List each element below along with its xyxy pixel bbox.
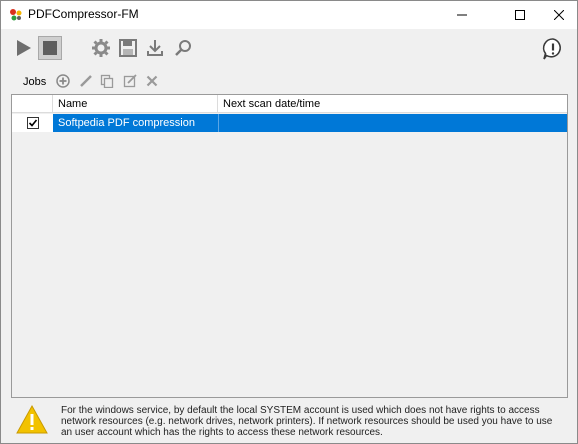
minimize-button[interactable] (445, 1, 479, 29)
delete-icon (146, 75, 158, 87)
floppy-icon (119, 39, 137, 57)
copy-job-button[interactable] (99, 73, 115, 89)
jobs-label: Jobs (23, 76, 47, 88)
add-icon (56, 74, 70, 88)
row-next-scan-cell[interactable] (218, 114, 567, 132)
search-button[interactable] (171, 36, 195, 60)
window-title: PDFCompressor-FM (28, 7, 139, 21)
copy-icon (100, 74, 114, 88)
warning-message: For the windows service, by default the … (61, 405, 553, 438)
column-header-checkbox[interactable] (12, 95, 53, 113)
download-icon (147, 40, 163, 56)
play-icon (17, 40, 31, 56)
row-checkbox[interactable] (27, 117, 39, 129)
row-checkbox-cell (12, 114, 53, 132)
table-row[interactable]: Softpedia PDF compression (12, 114, 567, 132)
row-name-cell[interactable]: Softpedia PDF compression (53, 114, 218, 132)
import-button[interactable] (143, 36, 167, 60)
info-button[interactable] (541, 37, 565, 61)
app-window: PDFCompressor-FM Jobs Name Next scan dat… (0, 0, 578, 444)
jobs-table[interactable]: Name Next scan date/time Softpedia PDF c… (11, 94, 568, 398)
delete-job-button[interactable] (144, 73, 160, 89)
column-header-name[interactable]: Name (53, 95, 218, 113)
search-icon (175, 40, 191, 56)
start-button[interactable] (11, 36, 35, 60)
warning-footer: For the windows service, by default the … (1, 399, 577, 443)
add-job-button[interactable] (55, 73, 71, 89)
checkmark-icon (28, 119, 38, 127)
jobs-toolbar: Jobs (11, 69, 567, 93)
edit-doc-icon (123, 74, 137, 88)
warning-icon (15, 404, 49, 436)
app-logo-icon (8, 7, 24, 23)
edit-job-button[interactable] (78, 73, 94, 89)
table-header: Name Next scan date/time (12, 95, 567, 113)
main-toolbar (1, 29, 577, 69)
edit-icon (80, 75, 92, 87)
stop-button[interactable] (38, 36, 62, 60)
close-button[interactable] (542, 1, 576, 29)
info-icon (542, 38, 561, 60)
title-bar: PDFCompressor-FM (1, 1, 577, 29)
settings-button[interactable] (89, 36, 113, 60)
stop-icon (43, 41, 57, 55)
gear-icon (92, 39, 110, 57)
column-header-next-scan[interactable]: Next scan date/time (218, 95, 567, 113)
maximize-button[interactable] (503, 1, 537, 29)
save-button[interactable] (116, 36, 140, 60)
edit-document-button[interactable] (122, 73, 138, 89)
